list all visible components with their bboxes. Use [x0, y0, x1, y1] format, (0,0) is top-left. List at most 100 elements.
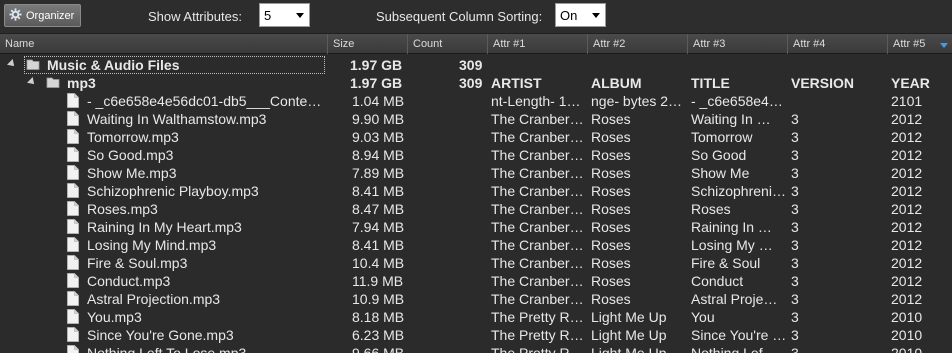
column-header-attr1[interactable]: Attr #1 — [488, 34, 588, 54]
file-name: Nothing Left To Lose.mp3 — [87, 345, 247, 353]
table-row[interactable]: Tomorrow.mp3 9.03 MB The Cranber… Roses Tomo… — [0, 128, 952, 146]
file-attr2: Roses — [591, 129, 631, 145]
file-attr3: Show Me — [691, 165, 750, 181]
column-header-attr4[interactable]: Attr #4 — [788, 34, 888, 54]
file-attr2: Roses — [591, 165, 631, 181]
file-name: Tomorrow.mp3 — [87, 129, 179, 145]
file-size: 9.03 MB — [352, 129, 405, 145]
file-attr4: 3 — [791, 183, 799, 199]
file-attr4: 3 — [791, 219, 799, 235]
file-attr5: 2012 — [891, 183, 923, 199]
file-attr1: The Cranber… — [491, 183, 584, 199]
file-name: So Good.mp3 — [87, 147, 174, 163]
column-header-count[interactable]: Count — [408, 34, 488, 54]
file-attr1: The Cranber… — [491, 147, 584, 163]
table-row[interactable]: Since You're Gone.mp3 6.23 MB The Pretty R… — [0, 326, 952, 344]
table-row[interactable]: Conduct.mp3 11.9 MB The Cranber… Roses Condu… — [0, 272, 952, 290]
file-attr1: The Cranber… — [491, 129, 584, 145]
column-header-attr2[interactable]: Attr #2 — [588, 34, 688, 54]
file-attr1: The Pretty R… — [491, 345, 584, 353]
column-sorting-value: On — [560, 7, 578, 23]
file-name: Schizophrenic Playboy.mp3 — [87, 183, 259, 199]
table-row[interactable]: Waiting In Walthamstow.mp3 9.90 MB The Cra… — [0, 110, 952, 128]
column-header-attr5[interactable]: Attr #5 — [888, 34, 952, 54]
file-attr1: The Cranber… — [491, 219, 584, 235]
file-size: 9.90 MB — [352, 111, 405, 127]
file-attr5: 2012 — [891, 237, 923, 253]
file-size: 11.9 MB — [352, 273, 404, 289]
file-attr5: 2012 — [891, 273, 923, 289]
file-attr1: The Cranber… — [491, 273, 584, 289]
file-size: 9.66 MB — [352, 345, 405, 353]
file-grid: Name Size Count Attr #1 Attr #2 Attr #3 … — [0, 33, 952, 353]
file-attr5: 2012 — [891, 255, 923, 271]
group-attr2: ALBUM — [591, 75, 642, 91]
file-attr3: Tomorrow — [691, 129, 753, 145]
toolbar: Organizer Show Attributes: 5 Subsequent … — [0, 0, 952, 33]
show-attributes-label: Show Attributes: — [148, 9, 242, 24]
file-attr1: The Cranber… — [491, 237, 584, 253]
file-attr5: 2012 — [891, 147, 923, 163]
file-attr3: Losing My … — [691, 237, 773, 253]
table-row[interactable]: - _c6e658e4e56dc01-db5___Conte… 1.04 MB nt… — [0, 92, 952, 110]
table-row[interactable]: Fire & Soul.mp3 10.4 MB The Cranber… Roses F… — [0, 254, 952, 272]
file-attr1: nt-Length- 1… — [491, 93, 581, 109]
column-header-attr5-label: Attr #5 — [893, 38, 926, 50]
table-row[interactable]: Roses.mp3 8.47 MB The Cranber… Roses Roses 3 2… — [0, 200, 952, 218]
file-attr2: Roses — [591, 291, 631, 307]
file-attr4: 3 — [791, 291, 799, 307]
tree-row-group[interactable]: mp3 1.97 GB 309 ARTIST ALBUM TITLE VERSI… — [0, 74, 952, 92]
gear-icon — [9, 7, 22, 24]
file-attr4: 3 — [791, 309, 799, 325]
show-attributes-value: 5 — [264, 7, 272, 23]
table-row[interactable]: Losing My Mind.mp3 8.41 MB The Cranber… Ros… — [0, 236, 952, 254]
file-attr4: 3 — [791, 111, 799, 127]
column-sorting-select[interactable]: On — [555, 3, 606, 27]
file-attr3: Roses — [691, 201, 731, 217]
table-row[interactable]: Nothing Left To Lose.mp3 9.66 MB The Prett… — [0, 344, 952, 353]
group-attr3: TITLE — [691, 75, 730, 91]
file-attr3: Since You're … — [691, 327, 787, 343]
file-attr3: - _c6e658e4… — [691, 93, 783, 109]
show-attributes-select[interactable]: 5 — [259, 3, 310, 27]
file-name: Fire & Soul.mp3 — [87, 255, 188, 271]
file-attr5: 2010 — [891, 309, 923, 325]
file-attr4: 3 — [791, 255, 799, 271]
file-attr4: 3 — [791, 345, 799, 353]
file-name: Conduct.mp3 — [87, 273, 171, 289]
table-row[interactable]: Schizophrenic Playboy.mp3 8.41 MB The Cran… — [0, 182, 952, 200]
table-row[interactable]: Raining In My Heart.mp3 7.94 MB The Cranbe… — [0, 218, 952, 236]
file-name: Losing My Mind.mp3 — [87, 237, 217, 253]
file-attr2: Roses — [591, 147, 631, 163]
file-attr2: Light Me Up — [591, 309, 667, 325]
file-attr1: The Pretty R… — [491, 327, 584, 343]
expand-arrow-icon[interactable] — [27, 77, 37, 87]
file-size: 1.04 MB — [352, 93, 405, 109]
file-attr3: Astral Proje… — [691, 291, 778, 307]
file-attr3: Nothing Lef… — [691, 345, 777, 353]
column-sorting-label: Subsequent Column Sorting: — [376, 9, 543, 24]
file-size: 10.9 MB — [352, 291, 405, 307]
file-size: 8.41 MB — [352, 237, 405, 253]
file-attr3: Conduct — [691, 273, 744, 289]
group-name: mp3 — [67, 75, 96, 91]
column-header-name[interactable]: Name — [0, 34, 328, 54]
file-attr2: nge- bytes 2… — [591, 93, 683, 109]
table-row[interactable]: You.mp3 8.18 MB The Pretty R… Light Me Up Yo… — [0, 308, 952, 326]
file-attr5: 2010 — [891, 327, 923, 343]
table-row[interactable]: So Good.mp3 8.94 MB The Cranber… Roses So Go… — [0, 146, 952, 164]
table-row[interactable]: Astral Projection.mp3 10.9 MB The Cranber…… — [0, 290, 952, 308]
file-attr3: So Good — [691, 147, 747, 163]
organizer-button[interactable]: Organizer — [4, 4, 81, 27]
group-count: 309 — [459, 75, 483, 91]
file-attr2: Roses — [591, 201, 631, 217]
file-name: Roses.mp3 — [87, 201, 158, 217]
table-row[interactable]: Show Me.mp3 7.89 MB The Cranber… Roses Show … — [0, 164, 952, 182]
column-header-attr3[interactable]: Attr #3 — [688, 34, 788, 54]
expand-arrow-icon[interactable] — [7, 59, 17, 69]
tree-row-root[interactable]: Music & Audio Files 1.97 GB 309 — [0, 56, 952, 74]
column-header-size[interactable]: Size — [328, 34, 408, 54]
folder-icon — [46, 75, 60, 93]
file-size: 6.23 MB — [352, 327, 405, 343]
file-attr4: 3 — [791, 147, 799, 163]
